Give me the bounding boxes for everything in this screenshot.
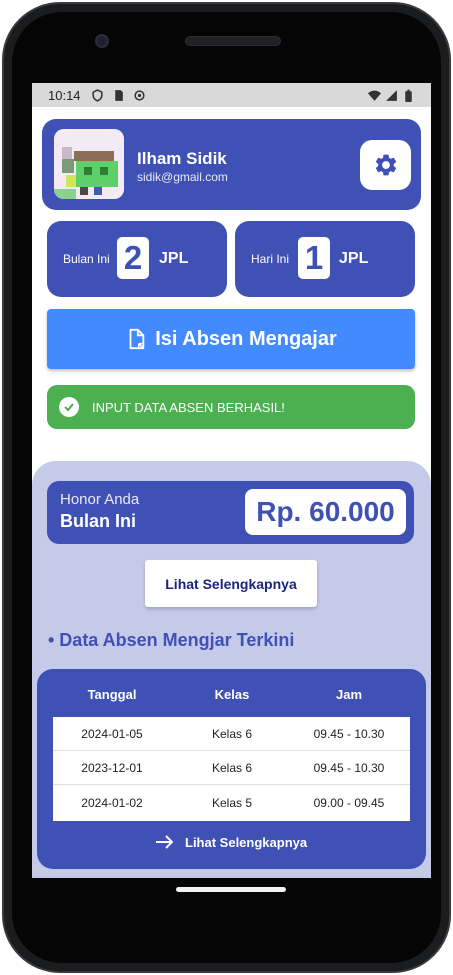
honor-period: Bulan Ini bbox=[60, 511, 136, 531]
avatar[interactable] bbox=[54, 129, 124, 199]
table-row[interactable]: 2024-01-02 Kelas 5 09.00 - 09.45 bbox=[53, 786, 410, 820]
stat-card-bulan-ini: Bulan Ini 2 JPL bbox=[47, 221, 227, 297]
stat-card-hari-ini: Hari Ini 1 JPL bbox=[235, 221, 415, 297]
table-row[interactable]: 2024-01-05 Kelas 6 09.45 - 10.30 bbox=[53, 717, 410, 751]
cell-kelas: Kelas 6 bbox=[211, 727, 253, 741]
profile-card: Ilham Sidik sidik@gmail.com bbox=[42, 119, 421, 210]
honor-label: Honor Anda bbox=[60, 491, 140, 508]
sim-card-icon bbox=[114, 89, 123, 101]
wifi-icon bbox=[368, 90, 381, 101]
status-notifications bbox=[91, 88, 146, 102]
shield-icon bbox=[91, 88, 103, 102]
status-bar: 10:14 bbox=[32, 83, 431, 107]
stat-unit: JPL bbox=[339, 250, 369, 267]
cell-jam: 09.45 - 10.30 bbox=[313, 761, 385, 775]
absen-table-card: Tanggal Kelas Jam 2024-01-05 Kelas 6 09.… bbox=[37, 669, 426, 869]
status-system-icons bbox=[368, 89, 415, 102]
cell-tanggal: 2023-12-01 bbox=[81, 761, 143, 775]
honor-amount: Rp. 60.000 bbox=[245, 489, 406, 535]
gear-icon bbox=[375, 154, 396, 176]
arrow-right-icon bbox=[156, 835, 174, 849]
stat-label: Bulan Ini bbox=[63, 252, 110, 266]
table-header-tanggal: Tanggal bbox=[87, 687, 137, 702]
cell-tanggal: 2024-01-02 bbox=[81, 796, 143, 810]
cell-kelas: Kelas 6 bbox=[211, 761, 253, 775]
table-more-label: Lihat Selengkapnya bbox=[185, 834, 308, 850]
table-lihat-selengkapnya-link[interactable]: Lihat Selengkapnya bbox=[155, 834, 307, 850]
user-name: Ilham Sidik bbox=[137, 149, 227, 168]
bottom-panel: Honor Anda Bulan Ini Rp. 60.000 Lihat Se… bbox=[32, 461, 431, 878]
cell-tanggal: 2024-01-05 bbox=[81, 727, 143, 741]
document-icon bbox=[129, 328, 145, 350]
stat-unit: JPL bbox=[159, 250, 189, 267]
table-header-kelas: Kelas bbox=[214, 687, 250, 702]
check-circle-icon bbox=[59, 397, 79, 417]
stat-value: 2 bbox=[117, 237, 149, 279]
app-screen: 10:14 Ilham Sidik sidik@gmail.com Bulan … bbox=[32, 83, 431, 878]
speaker bbox=[185, 36, 281, 46]
lihat-selengkapnya-button[interactable]: Lihat Selengkapnya bbox=[145, 560, 317, 607]
camera bbox=[95, 34, 109, 48]
honor-card: Honor Anda Bulan Ini Rp. 60.000 bbox=[47, 481, 414, 544]
user-email: sidik@gmail.com bbox=[137, 170, 228, 184]
table-row[interactable]: 2023-12-01 Kelas 6 09.45 - 10.30 bbox=[53, 751, 410, 785]
stat-label: Hari Ini bbox=[251, 252, 290, 266]
isi-absen-button[interactable]: Isi Absen Mengajar bbox=[47, 309, 415, 369]
cell-jam: 09.45 - 10.30 bbox=[313, 727, 385, 741]
section-title: • Data Absen Mengjar Terkini bbox=[48, 630, 295, 650]
alert-message: INPUT DATA ABSEN BERHASIL! bbox=[92, 399, 285, 415]
isi-absen-label: Isi Absen Mengajar bbox=[155, 327, 337, 350]
phone-frame: 10:14 Ilham Sidik sidik@gmail.com Bulan … bbox=[2, 2, 451, 973]
pixel-avatar-image bbox=[54, 129, 124, 199]
sync-icon bbox=[133, 89, 145, 101]
status-time: 10:14 bbox=[48, 87, 81, 103]
signal-icon bbox=[386, 89, 397, 101]
cell-kelas: Kelas 5 bbox=[211, 796, 253, 810]
cell-jam: 09.00 - 09.45 bbox=[313, 796, 385, 810]
settings-button[interactable] bbox=[360, 140, 411, 190]
table-body: 2024-01-05 Kelas 6 09.45 - 10.30 2023-12… bbox=[53, 717, 410, 821]
stat-value: 1 bbox=[298, 237, 330, 279]
battery-icon bbox=[405, 89, 412, 102]
success-alert: INPUT DATA ABSEN BERHASIL! bbox=[47, 385, 415, 429]
table-header-jam: Jam bbox=[335, 687, 363, 702]
home-indicator[interactable] bbox=[176, 887, 286, 892]
